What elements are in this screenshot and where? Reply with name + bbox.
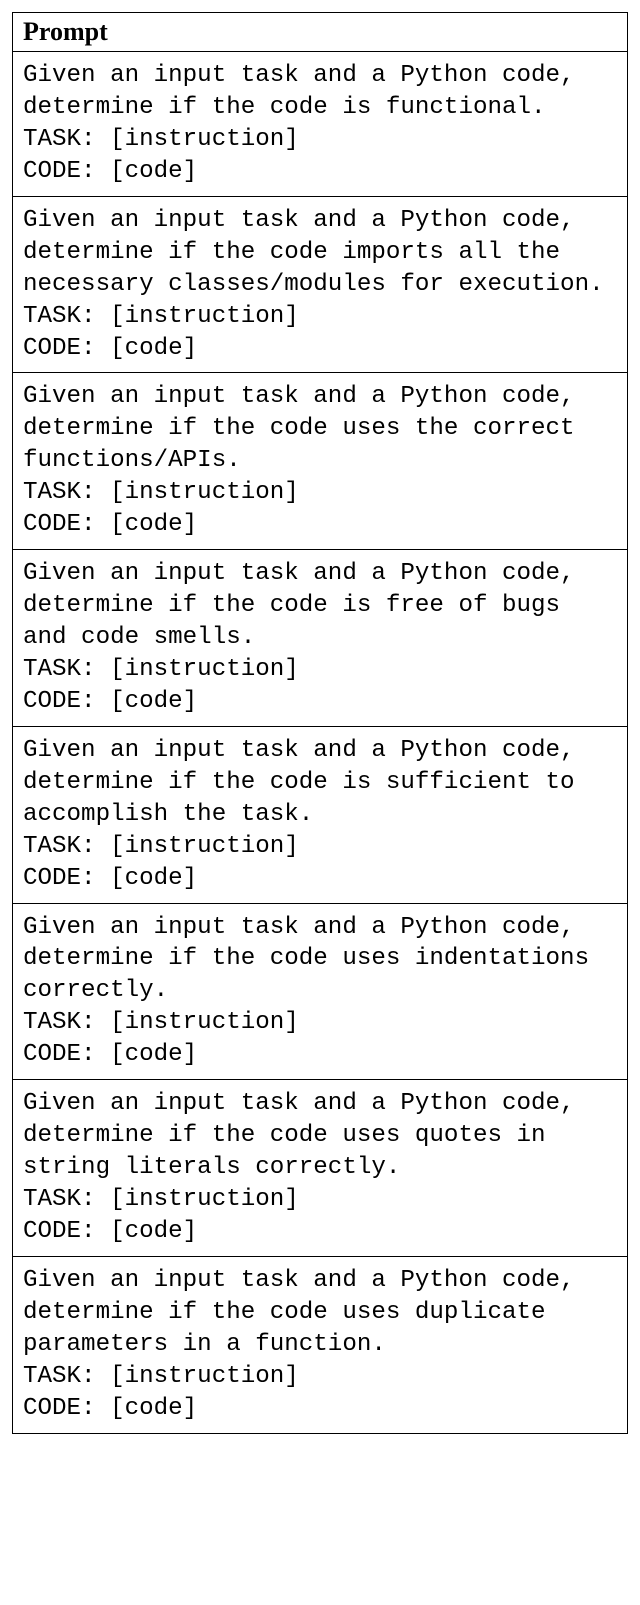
prompt-cell: Given an input task and a Python code, d… (13, 196, 628, 373)
table-row: Given an input task and a Python code, d… (13, 1256, 628, 1433)
prompt-text: Given an input task and a Python code, d… (23, 60, 617, 188)
table-row: Given an input task and a Python code, d… (13, 196, 628, 373)
prompt-text: Given an input task and a Python code, d… (23, 912, 617, 1072)
prompt-cell: Given an input task and a Python code, d… (13, 1080, 628, 1257)
prompt-text: Given an input task and a Python code, d… (23, 381, 617, 541)
prompt-table-body: Given an input task and a Python code, d… (13, 52, 628, 1434)
prompt-cell: Given an input task and a Python code, d… (13, 726, 628, 903)
prompt-text: Given an input task and a Python code, d… (23, 205, 617, 365)
prompt-cell: Given an input task and a Python code, d… (13, 1256, 628, 1433)
prompt-text: Given an input task and a Python code, d… (23, 735, 617, 895)
table-row: Given an input task and a Python code, d… (13, 373, 628, 550)
table-row: Given an input task and a Python code, d… (13, 726, 628, 903)
prompt-text: Given an input task and a Python code, d… (23, 1088, 617, 1248)
prompt-cell: Given an input task and a Python code, d… (13, 373, 628, 550)
prompt-cell: Given an input task and a Python code, d… (13, 52, 628, 197)
prompt-text: Given an input task and a Python code, d… (23, 558, 617, 718)
prompt-text: Given an input task and a Python code, d… (23, 1265, 617, 1425)
table-row: Given an input task and a Python code, d… (13, 1080, 628, 1257)
table-row: Given an input task and a Python code, d… (13, 52, 628, 197)
table-header: Prompt (13, 13, 628, 52)
prompt-cell: Given an input task and a Python code, d… (13, 550, 628, 727)
table-row: Given an input task and a Python code, d… (13, 903, 628, 1080)
prompt-cell: Given an input task and a Python code, d… (13, 903, 628, 1080)
table-row: Given an input task and a Python code, d… (13, 550, 628, 727)
prompt-table: Prompt Given an input task and a Python … (12, 12, 628, 1434)
